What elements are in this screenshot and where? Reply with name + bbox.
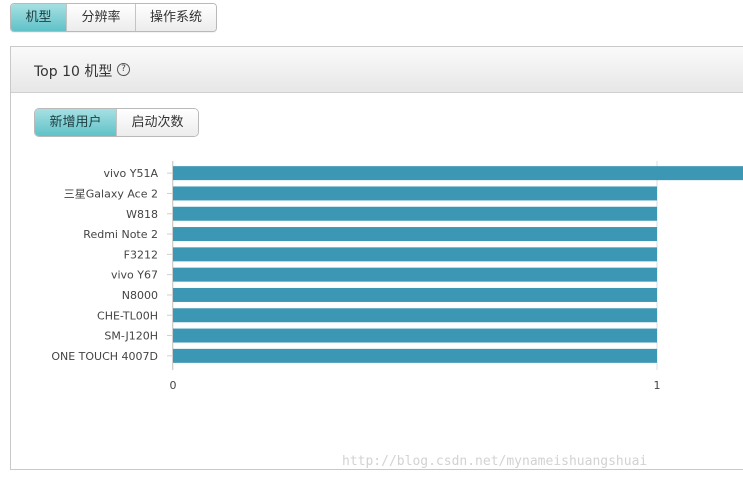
tab-new-users[interactable]: 新增用户 bbox=[35, 109, 116, 136]
tab-launch-count[interactable]: 启动次数 bbox=[116, 109, 198, 136]
watermark-text: http://blog.csdn.net/mynameishuangshuai bbox=[342, 454, 648, 469]
tab-operating-system[interactable]: 操作系统 bbox=[135, 4, 216, 31]
top-tab-group: 机型 分辨率 操作系统 bbox=[10, 3, 217, 32]
tab-device-model[interactable]: 机型 bbox=[11, 4, 66, 31]
metric-tab-group: 新增用户 启动次数 bbox=[34, 108, 199, 137]
top10-panel: Top 10 机型 ? 新增用户 启动次数 bbox=[10, 46, 743, 470]
panel-title: Top 10 机型 bbox=[34, 64, 113, 80]
app-root: 机型 分辨率 操作系统 Top 10 机型 ? 新增用户 启动次数 vivo Y… bbox=[0, 0, 743, 483]
tab-resolution[interactable]: 分辨率 bbox=[66, 4, 135, 31]
help-icon[interactable]: ? bbox=[117, 63, 130, 76]
panel-header: Top 10 机型 ? bbox=[11, 47, 743, 93]
